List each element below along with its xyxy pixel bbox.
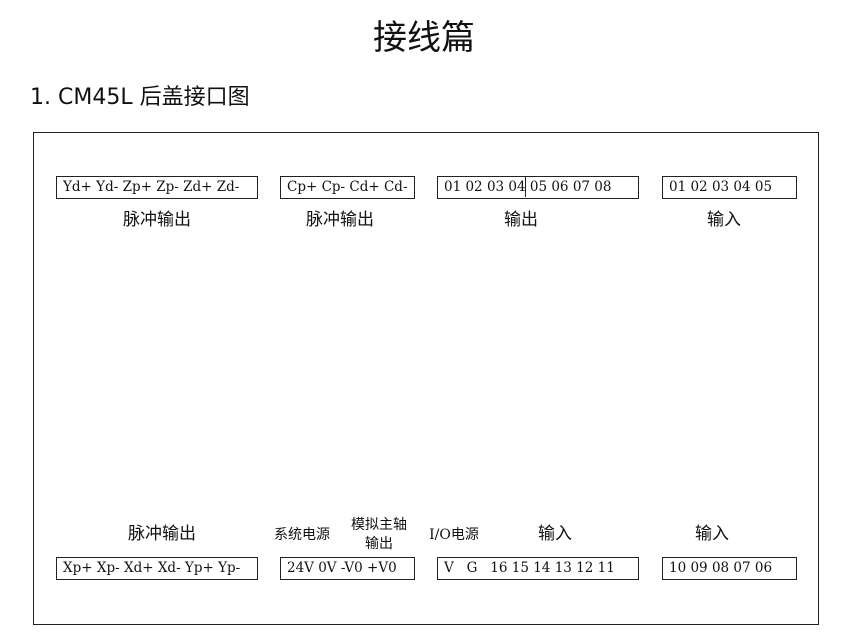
terminal-block-pulse-output-top: Yd+ Yd- Zp+ Zp- Zd+ Zd- [56, 176, 258, 199]
label-input-bottom-b: 输入 [695, 524, 729, 544]
label-input-top: 输入 [707, 210, 741, 230]
label-analog-spindle-output: 输出 [365, 536, 393, 552]
page-title: 接线篇 [373, 18, 475, 58]
terminal-block-io-power-input: V G 16 15 14 13 12 11 [437, 557, 639, 580]
label-pulse-output-bottom: 脉冲输出 [128, 524, 196, 544]
terminal-block-power-analog: 24V 0V -V0 +V0 [280, 557, 415, 580]
section-heading: 1. CM45L 后盖接口图 [30, 85, 250, 110]
label-pulse-output-c: 脉冲输出 [306, 210, 374, 230]
label-io-power: I/O电源 [429, 527, 479, 543]
terminal-block-pulse-output-c: Cp+ Cp- Cd+ Cd- [280, 176, 415, 199]
label-output: 输出 [504, 210, 538, 230]
label-input-bottom-a: 输入 [538, 524, 572, 544]
terminal-block-input-bottom: 10 09 08 07 06 [662, 557, 797, 580]
label-analog-spindle: 模拟主轴 [351, 517, 407, 533]
label-pulse-output-top: 脉冲输出 [123, 210, 191, 230]
terminal-block-output: 01 02 03 04 05 06 07 08 [437, 176, 639, 199]
terminal-block-input-top: 01 02 03 04 05 [662, 176, 797, 199]
label-system-power: 系统电源 [274, 527, 330, 543]
terminal-block-pulse-output-bottom: Xp+ Xp- Xd+ Xd- Yp+ Yp- [56, 557, 258, 580]
rear-panel-diagram [33, 132, 819, 625]
text-cursor-mark [525, 177, 526, 197]
